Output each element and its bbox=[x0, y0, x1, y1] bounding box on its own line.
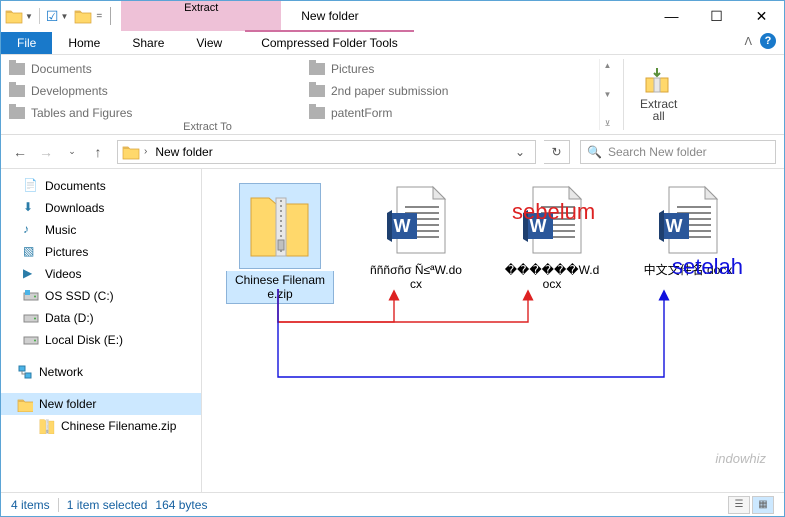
search-icon: 🔍 bbox=[587, 145, 602, 159]
ribbon-group-label: Extract To bbox=[1, 121, 414, 133]
ribbon-tabs: File Home Share View Compressed Folder T… bbox=[1, 31, 784, 55]
extract-all-button[interactable]: Extract all bbox=[632, 59, 685, 130]
tab-share[interactable]: Share bbox=[116, 32, 180, 54]
dest-item[interactable]: Documents bbox=[9, 59, 299, 79]
forward-button[interactable]: → bbox=[35, 141, 57, 163]
back-button[interactable]: ← bbox=[9, 141, 31, 163]
search-input[interactable]: 🔍 Search New folder bbox=[580, 140, 776, 164]
refresh-button[interactable]: ↻ bbox=[544, 140, 570, 164]
maximize-button[interactable]: ☐ bbox=[694, 1, 739, 31]
close-button[interactable]: ✕ bbox=[739, 1, 784, 31]
tree-item-drive-e[interactable]: Local Disk (E:) bbox=[1, 329, 201, 351]
status-bar: 4 items 1 item selected 164 bytes ☰ ▦ bbox=[1, 492, 784, 516]
annotation-overlay bbox=[226, 287, 766, 427]
titlebar: ▼ ☑ ▼ = Extract New folder — ☐ ✕ bbox=[1, 1, 784, 31]
file-item-zip[interactable]: Chinese Filename.zip bbox=[226, 183, 334, 304]
folder-gray-icon bbox=[309, 107, 325, 119]
pictures-icon: ▧ bbox=[23, 244, 39, 260]
file-list[interactable]: Chinese Filename.zip ñññσñσ Ñ≤ªW.docx ��… bbox=[202, 169, 784, 492]
tree-item-new-folder[interactable]: New folder bbox=[1, 393, 201, 415]
details-view-button[interactable]: ☰ bbox=[728, 496, 750, 514]
collapse-ribbon-icon[interactable]: ᐱ bbox=[744, 35, 752, 48]
annotation-before: sebelum bbox=[512, 199, 595, 225]
word-icon bbox=[380, 183, 452, 259]
extract-all-icon bbox=[643, 68, 675, 96]
tree-item-documents[interactable]: 📄Documents bbox=[1, 175, 201, 197]
file-item-docx[interactable]: ñññσñσ Ñ≤ªW.docx bbox=[362, 183, 470, 304]
drive-icon bbox=[23, 332, 39, 348]
checkbox-icon[interactable]: ☑ bbox=[46, 8, 59, 25]
recent-locations-button[interactable]: ⌄ bbox=[61, 141, 83, 163]
tree-item-drive-d[interactable]: Data (D:) bbox=[1, 307, 201, 329]
zip-icon bbox=[39, 418, 55, 434]
documents-icon: 📄 bbox=[23, 178, 39, 194]
tree-item-downloads[interactable]: ⬇Downloads bbox=[1, 197, 201, 219]
up-button[interactable]: ↑ bbox=[87, 141, 109, 163]
dest-item[interactable]: Pictures bbox=[309, 59, 599, 79]
window-title: New folder bbox=[281, 9, 358, 23]
minimize-button[interactable]: — bbox=[649, 1, 694, 31]
downloads-icon: ⬇ bbox=[23, 200, 39, 216]
dest-item[interactable]: Tables and Figures bbox=[9, 103, 299, 123]
qat-dropdown-icon[interactable]: ▼ bbox=[60, 12, 68, 21]
drive-icon bbox=[23, 310, 39, 326]
word-icon bbox=[652, 183, 724, 259]
file-item-docx[interactable]: 中文文件名.docx bbox=[634, 183, 742, 304]
navigation-tree: 📄Documents ⬇Downloads ♪Music ▧Pictures ▶… bbox=[1, 169, 202, 492]
breadcrumb-segment[interactable]: New folder bbox=[151, 145, 216, 159]
navigation-bar: ← → ⌄ ↑ › New folder ⌄ ↻ 🔍 Search New fo… bbox=[1, 135, 784, 169]
tree-item-videos[interactable]: ▶Videos bbox=[1, 263, 201, 285]
tree-item-drive-c[interactable]: OS SSD (C:) bbox=[1, 285, 201, 307]
folder-gray-icon bbox=[309, 85, 325, 97]
extract-destinations: Documents Pictures Developments 2nd pape… bbox=[9, 59, 599, 130]
status-selection: 1 item selected bbox=[67, 498, 148, 512]
window-controls: — ☐ ✕ bbox=[649, 1, 784, 31]
icons-view-button[interactable]: ▦ bbox=[752, 496, 774, 514]
music-icon: ♪ bbox=[23, 222, 39, 238]
videos-icon: ▶ bbox=[23, 266, 39, 282]
zip-icon bbox=[244, 188, 316, 264]
address-dropdown-icon[interactable]: ⌄ bbox=[509, 145, 531, 159]
qat-dropdown-icon[interactable]: ▼ bbox=[25, 12, 33, 21]
tab-compressed-tools[interactable]: Compressed Folder Tools bbox=[245, 30, 414, 54]
folder-gray-icon bbox=[9, 63, 25, 75]
gallery-scroll[interactable]: ▲▼⊻ bbox=[599, 59, 615, 130]
folder-icon bbox=[5, 7, 23, 25]
address-bar[interactable]: › New folder ⌄ bbox=[117, 140, 536, 164]
tab-home[interactable]: Home bbox=[52, 32, 116, 54]
annotation-after: setelah bbox=[672, 254, 743, 280]
watermark: indowhiz bbox=[715, 451, 766, 466]
tree-item-music[interactable]: ♪Music bbox=[1, 219, 201, 241]
network-icon bbox=[17, 364, 33, 380]
tree-item-zip[interactable]: Chinese Filename.zip bbox=[1, 415, 201, 437]
contextual-tab-group: Extract bbox=[121, 1, 281, 31]
status-item-count: 4 items bbox=[11, 498, 50, 512]
tab-file[interactable]: File bbox=[1, 32, 52, 54]
folder-icon bbox=[122, 143, 140, 161]
folder-icon bbox=[74, 7, 92, 25]
context-group-label: Extract bbox=[184, 2, 218, 14]
tree-item-pictures[interactable]: ▧Pictures bbox=[1, 241, 201, 263]
folder-gray-icon bbox=[9, 107, 25, 119]
dest-item[interactable]: 2nd paper submission bbox=[309, 81, 599, 101]
tree-item-network[interactable]: Network bbox=[1, 361, 201, 383]
quick-access-toolbar: ▼ ☑ ▼ = bbox=[1, 7, 121, 25]
qat-separator bbox=[110, 7, 111, 25]
help-icon[interactable]: ? bbox=[760, 33, 776, 49]
folder-gray-icon bbox=[9, 85, 25, 97]
folder-icon bbox=[17, 396, 33, 412]
dest-item[interactable]: patentForm bbox=[309, 103, 599, 123]
tab-view[interactable]: View bbox=[180, 32, 238, 54]
dest-item[interactable]: Developments bbox=[9, 81, 299, 101]
status-size: 164 bytes bbox=[155, 498, 207, 512]
drive-icon bbox=[23, 288, 39, 304]
folder-gray-icon bbox=[309, 63, 325, 75]
